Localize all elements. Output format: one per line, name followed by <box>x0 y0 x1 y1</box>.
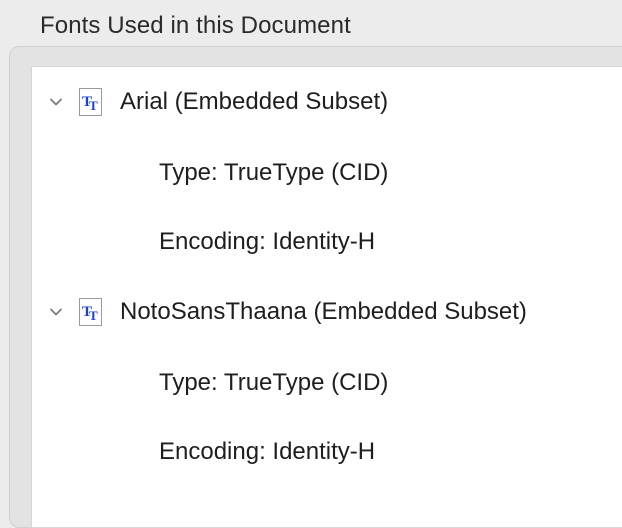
truetype-font-icon: T T <box>79 298 102 326</box>
svg-text:T: T <box>89 98 98 113</box>
fonts-tree[interactable]: T T Arial (Embedded Subset) Type: TrueTy… <box>31 66 622 528</box>
font-encoding-label: Encoding: Identity-H <box>159 438 376 465</box>
chevron-down-icon[interactable] <box>49 305 63 319</box>
font-type-label: Type: TrueType (CID) <box>159 369 389 396</box>
fonts-panel-title: Fonts Used in this Document <box>40 12 351 39</box>
tree-row-font-arial[interactable]: T T Arial (Embedded Subset) <box>32 82 622 122</box>
font-encoding-label: Encoding: Identity-H <box>159 228 376 255</box>
tree-row-font-notosansthaana[interactable]: T T NotoSansThaana (Embedded Subset) <box>32 292 622 332</box>
font-type-label: Type: TrueType (CID) <box>159 159 389 186</box>
font-name-label: Arial (Embedded Subset) <box>120 88 389 115</box>
svg-text:T: T <box>89 308 98 323</box>
chevron-down-icon[interactable] <box>49 95 63 109</box>
truetype-font-icon: T T <box>79 88 102 116</box>
font-name-label: NotoSansThaana (Embedded Subset) <box>120 298 527 325</box>
